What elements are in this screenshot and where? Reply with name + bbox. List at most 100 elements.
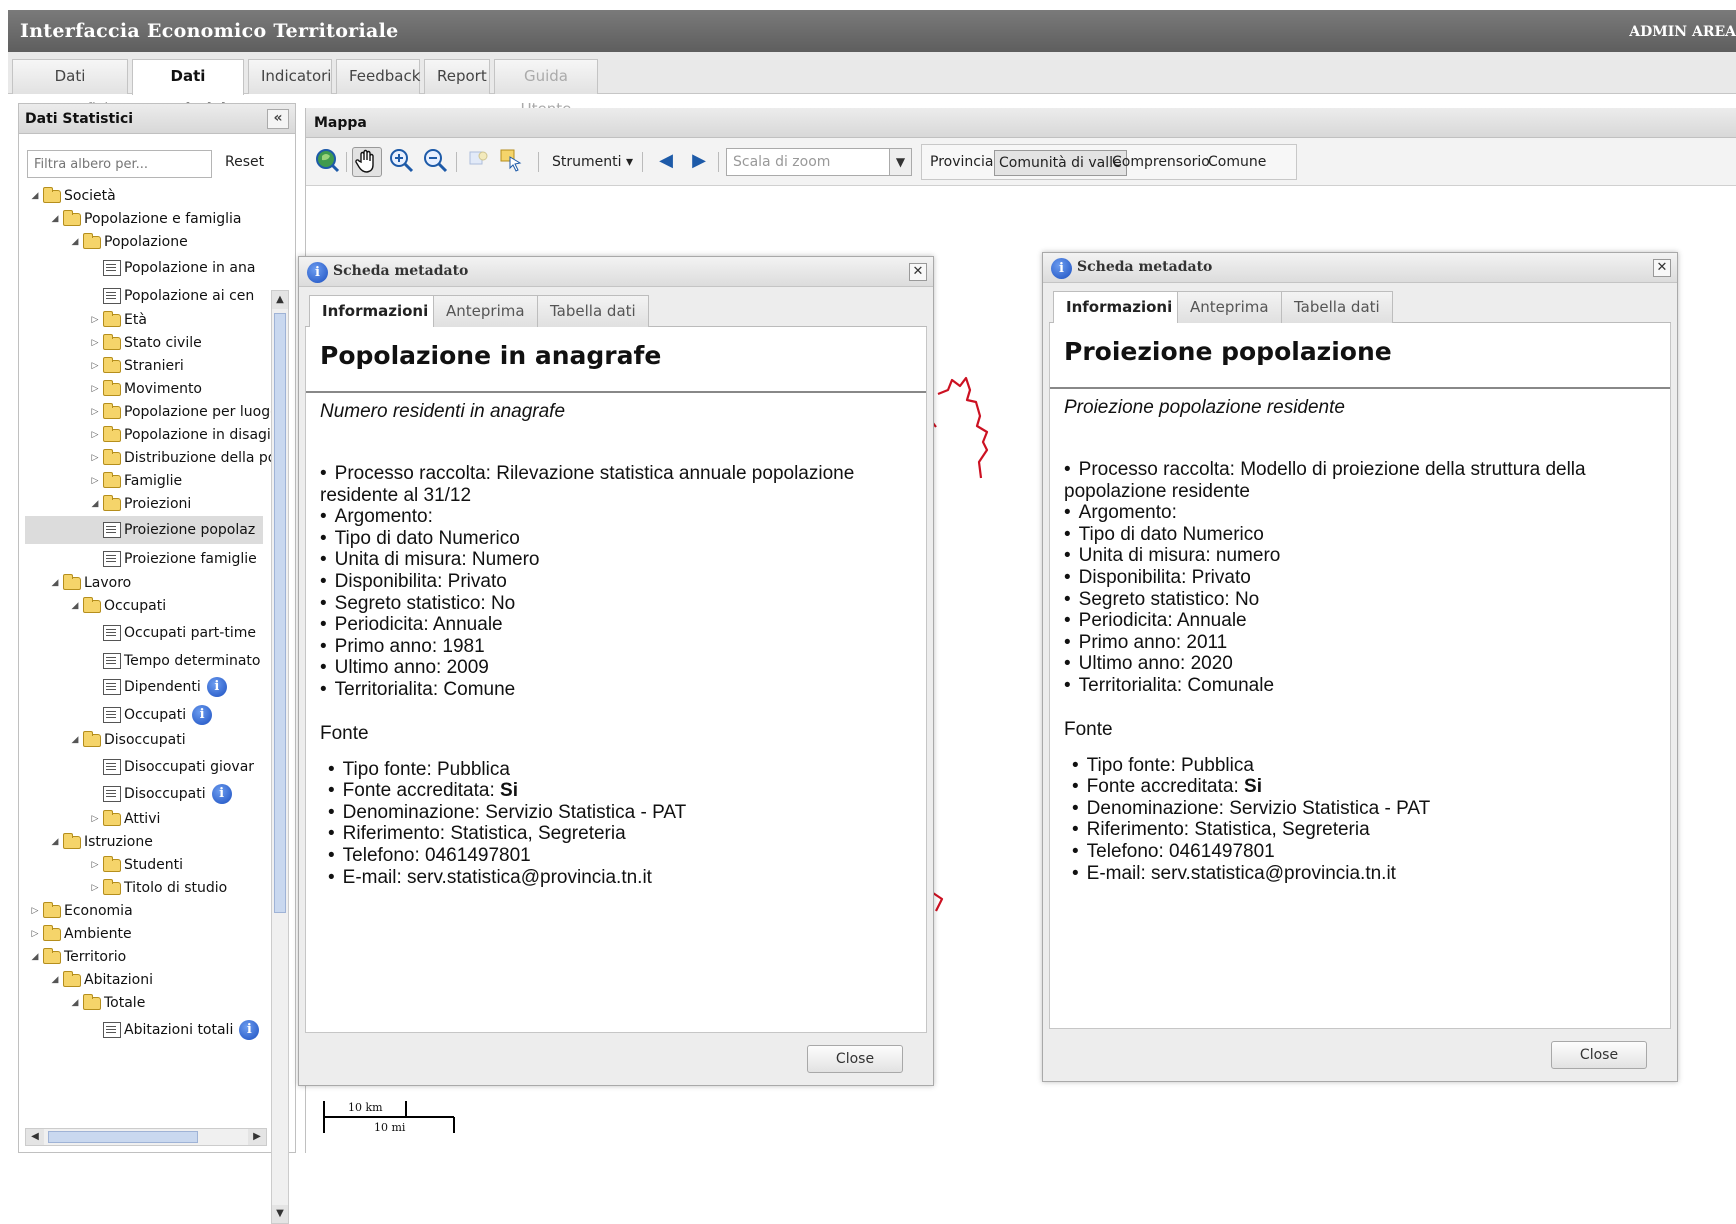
tree-node[interactable]: ▷ Stranieri (89, 354, 184, 378)
tree-node[interactable]: ◢ Disoccupati (69, 728, 186, 752)
tab-feedback[interactable]: Feedback (336, 59, 420, 94)
tab-guida-utente[interactable]: Guida Utente (494, 59, 598, 118)
expanded-arrow-icon[interactable]: ◢ (29, 191, 41, 201)
info-icon[interactable]: i (239, 1020, 260, 1040)
collapsed-arrow-icon[interactable]: ▷ (29, 929, 41, 939)
tab-anteprima[interactable]: Anteprima (1177, 291, 1282, 323)
scroll-thumb[interactable] (48, 1131, 198, 1143)
collapsed-arrow-icon[interactable]: ▷ (89, 384, 101, 394)
tab-anteprima[interactable]: Anteprima (433, 295, 538, 327)
reset-filter-button[interactable]: Reset (225, 154, 264, 170)
expanded-arrow-icon[interactable]: ◢ (49, 975, 61, 985)
tree-node[interactable]: ▷ Popolazione per luogo (89, 400, 279, 424)
expanded-arrow-icon[interactable]: ◢ (69, 998, 81, 1008)
tree-node[interactable]: ▷ Distribuzione della pop (89, 446, 285, 470)
tree-node[interactable]: ▷ Stato civile (89, 331, 202, 355)
tab-dati-statistici[interactable]: Dati Statistici (132, 59, 244, 118)
collapsed-arrow-icon[interactable]: ▷ (89, 361, 101, 371)
tree-node[interactable]: ▷ Economia (29, 899, 133, 923)
scale-comune-button[interactable]: Comune (1204, 150, 1270, 176)
tab-dati-geografici[interactable]: Dati Geografici (12, 59, 128, 118)
tree-node[interactable]: ◢ Territorio (29, 945, 126, 969)
pan-hand-icon[interactable] (352, 147, 382, 177)
tree-node[interactable]: ▷ Famiglie (89, 469, 182, 493)
chevron-down-icon[interactable]: ▼ (889, 149, 911, 175)
expanded-arrow-icon[interactable]: ◢ (69, 601, 81, 611)
tree-node[interactable]: ▷ Studenti (89, 853, 183, 877)
tree-node[interactable]: ◢ Totale (69, 991, 145, 1015)
expanded-arrow-icon[interactable]: ◢ (49, 837, 61, 847)
collapsed-arrow-icon[interactable]: ▷ (89, 860, 101, 870)
tree-node[interactable]: ▷ Movimento (89, 377, 202, 401)
scale-comprensorio-button[interactable]: Comprensorio (1108, 150, 1214, 176)
zoom-scale-select[interactable]: Scala di zoom ▼ (726, 148, 912, 176)
zoom-out-icon[interactable] (420, 147, 450, 177)
zoom-to-extent-icon[interactable] (312, 147, 342, 177)
tree-node[interactable]: ◢ Società (29, 184, 116, 208)
admin-area-link[interactable]: ADMIN AREA (1629, 24, 1736, 40)
tab-informazioni[interactable]: Informazioni (309, 295, 442, 328)
scale-provincia-button[interactable]: Provincia (926, 150, 997, 176)
metadata-window-header[interactable]: i Scheda metadato ✕ (1043, 253, 1677, 283)
tree-leaf[interactable]: Abitazioni totali i (103, 1018, 260, 1042)
expanded-arrow-icon[interactable]: ◢ (49, 578, 61, 588)
metadata-window-header[interactable]: i Scheda metadato ✕ (299, 257, 933, 287)
scroll-left-icon[interactable]: ◀ (26, 1129, 44, 1145)
tree-node[interactable]: ▷ Popolazione in disagio (89, 423, 279, 447)
tree-node[interactable]: ◢ Popolazione (69, 230, 188, 254)
expanded-arrow-icon[interactable]: ◢ (89, 499, 101, 509)
collapsed-arrow-icon[interactable]: ▷ (29, 906, 41, 916)
tab-tabella-dati[interactable]: Tabella dati (1281, 291, 1393, 323)
tree-node[interactable]: ◢ Occupati (69, 594, 166, 618)
tree-node[interactable]: ◢ Popolazione e famiglia (49, 207, 242, 231)
tab-indicatori[interactable]: Indicatori (248, 59, 332, 94)
tree-node[interactable]: ▷ Titolo di studio (89, 876, 227, 900)
tree-horizontal-scrollbar[interactable]: ◀ ▶ (25, 1128, 267, 1146)
info-icon[interactable]: i (211, 784, 232, 804)
history-back-icon[interactable]: ◀ (651, 147, 681, 177)
collapsed-arrow-icon[interactable]: ▷ (89, 315, 101, 325)
tree-vertical-scrollbar[interactable]: ▲ ▼ (271, 290, 289, 1224)
tree-leaf[interactable]: Popolazione ai cen (103, 284, 254, 308)
tab-tabella-dati[interactable]: Tabella dati (537, 295, 649, 327)
scroll-thumb[interactable] (274, 313, 286, 913)
tree-leaf[interactable]: Tempo determinato (103, 649, 260, 673)
tree-leaf[interactable]: Occupati part-time (103, 621, 256, 645)
expanded-arrow-icon[interactable]: ◢ (69, 735, 81, 745)
collapsed-arrow-icon[interactable]: ▷ (89, 453, 101, 463)
tree-filter-input[interactable] (27, 150, 212, 178)
strumenti-menu[interactable]: Strumenti ▾ (552, 154, 633, 170)
tab-report[interactable]: Report (424, 59, 490, 94)
close-button[interactable]: Close (807, 1045, 903, 1073)
tree-node[interactable]: ▷ Ambiente (29, 922, 132, 946)
feature-info-icon[interactable] (464, 147, 494, 177)
tree-node[interactable]: ◢ Proiezioni (89, 492, 191, 516)
tree-node[interactable]: ◢ Abitazioni (49, 968, 153, 992)
tree-leaf[interactable]: Proiezione famiglie (103, 547, 257, 571)
tree-leaf[interactable]: Disoccupati i (103, 782, 232, 806)
select-features-icon[interactable] (496, 147, 526, 177)
tree-leaf-selected[interactable]: Proiezione popolaz (25, 516, 263, 544)
info-icon[interactable]: i (206, 677, 227, 697)
tree-leaf[interactable]: Occupati i (103, 703, 213, 727)
collapsed-arrow-icon[interactable]: ▷ (89, 883, 101, 893)
scroll-up-icon[interactable]: ▲ (272, 291, 288, 309)
expanded-arrow-icon[interactable]: ◢ (29, 952, 41, 962)
tree-leaf[interactable]: Dipendenti i (103, 675, 227, 699)
tree-node[interactable]: ◢ Istruzione (49, 830, 153, 854)
history-forward-icon[interactable]: ▶ (684, 147, 714, 177)
collapsed-arrow-icon[interactable]: ▷ (89, 430, 101, 440)
zoom-in-icon[interactable] (386, 147, 416, 177)
collapsed-arrow-icon[interactable]: ▷ (89, 814, 101, 824)
collapsed-arrow-icon[interactable]: ▷ (89, 476, 101, 486)
collapse-sidebar-button[interactable]: « (267, 109, 289, 129)
tree-leaf[interactable]: Disoccupati giovar (103, 755, 254, 779)
expanded-arrow-icon[interactable]: ◢ (49, 214, 61, 224)
scroll-down-icon[interactable]: ▼ (272, 1205, 288, 1223)
tree-leaf[interactable]: Popolazione in ana (103, 256, 255, 280)
close-button[interactable]: Close (1551, 1041, 1647, 1069)
info-icon[interactable]: i (192, 705, 213, 725)
tab-informazioni[interactable]: Informazioni (1053, 291, 1186, 324)
close-icon[interactable]: ✕ (909, 263, 927, 281)
tree-node[interactable]: ▷ Età (89, 308, 147, 332)
